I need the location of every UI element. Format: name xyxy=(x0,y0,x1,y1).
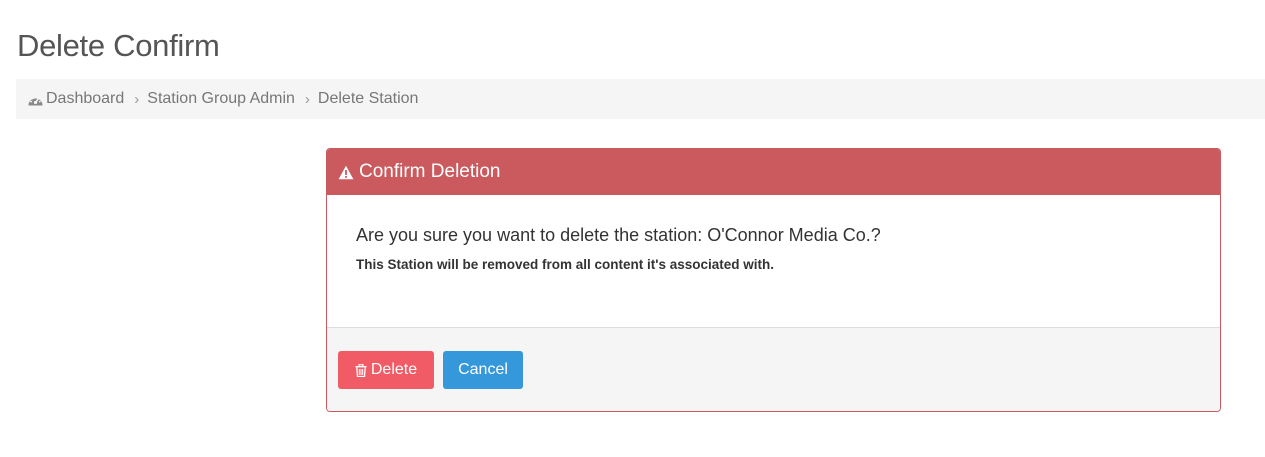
dashboard-icon xyxy=(27,93,44,107)
breadcrumb-separator: › xyxy=(304,90,310,108)
delete-button-label: Delete xyxy=(370,361,418,378)
panel-footer: Delete Cancel xyxy=(327,328,1220,411)
panel-heading-title: Confirm Deletion xyxy=(359,161,501,182)
confirm-deletion-panel: Confirm Deletion Are you sure you want t… xyxy=(326,148,1221,412)
cancel-button-label: Cancel xyxy=(458,361,508,378)
panel-body: Are you sure you want to delete the stat… xyxy=(327,195,1220,328)
page-title: Delete Confirm xyxy=(17,28,220,63)
warning-icon xyxy=(338,165,354,180)
cancel-button[interactable]: Cancel xyxy=(443,351,523,389)
trash-icon xyxy=(355,363,367,377)
breadcrumb-station-group-admin[interactable]: Station Group Admin xyxy=(147,90,295,108)
panel-heading: Confirm Deletion xyxy=(327,149,1220,195)
breadcrumb-label: Station Group Admin xyxy=(147,90,295,107)
breadcrumb-label: Delete Station xyxy=(317,90,419,107)
breadcrumb-separator: › xyxy=(134,90,140,108)
breadcrumb: Dashboard › Station Group Admin › Delete… xyxy=(16,79,1265,119)
breadcrumb-label: Dashboard xyxy=(46,90,125,107)
breadcrumb-dashboard[interactable]: Dashboard xyxy=(27,90,124,108)
confirm-note: This Station will be removed from all co… xyxy=(356,257,775,272)
delete-button[interactable]: Delete xyxy=(338,351,434,389)
confirm-question: Are you sure you want to delete the stat… xyxy=(356,225,881,245)
breadcrumb-delete-station: Delete Station xyxy=(318,90,419,108)
